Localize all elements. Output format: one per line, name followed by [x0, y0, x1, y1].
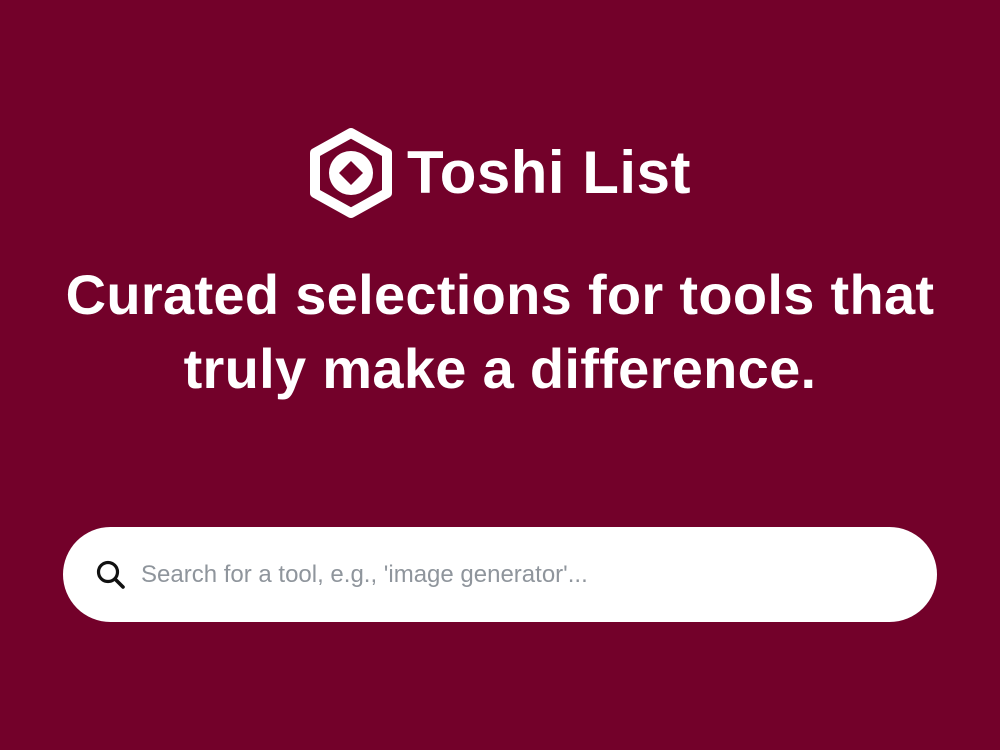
- search-icon: [96, 560, 125, 589]
- brand-header[interactable]: Toshi List: [0, 127, 1000, 219]
- brand-name: Toshi List: [407, 139, 691, 206]
- brand-logo-icon: [310, 128, 393, 218]
- search-bar[interactable]: [63, 527, 937, 622]
- search-input[interactable]: [141, 554, 901, 595]
- hero-headline: Curated selections for tools that truly …: [65, 263, 935, 400]
